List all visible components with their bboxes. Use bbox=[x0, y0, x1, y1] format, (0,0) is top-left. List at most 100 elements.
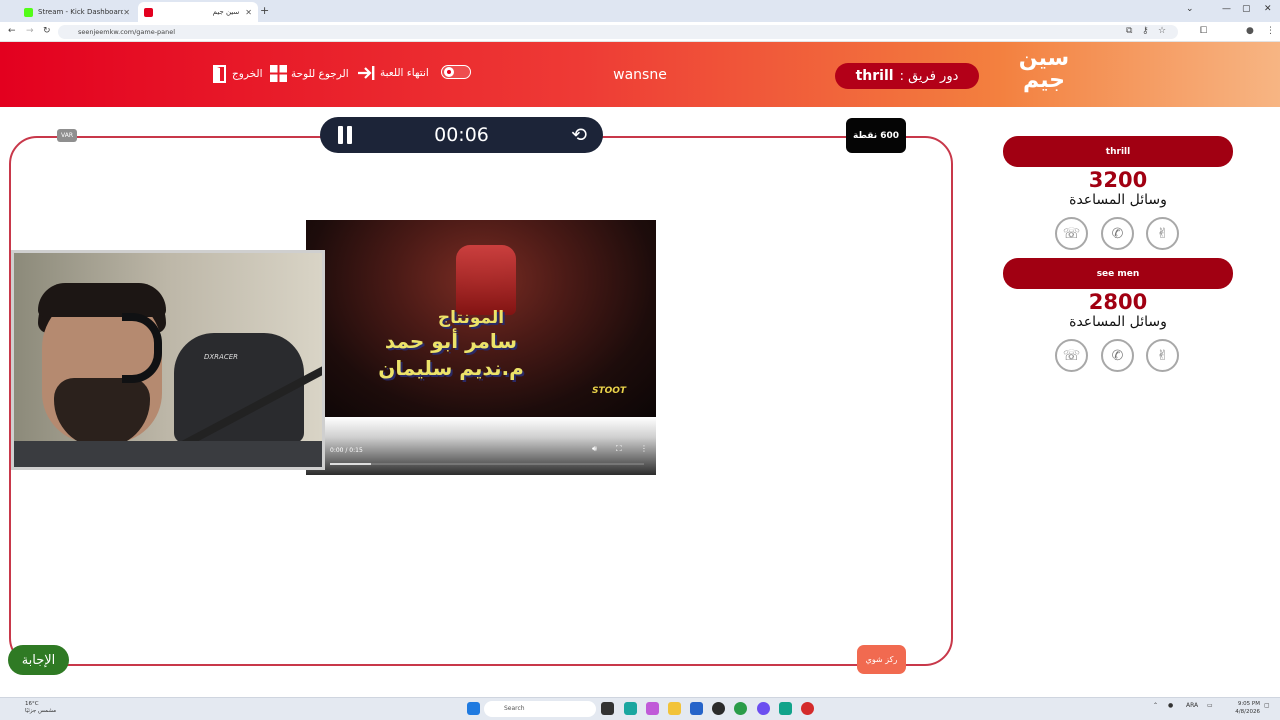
windows-taskbar: 16°C مشمس جزئيًا Search ⌃ ● ARA ▭ 9:05 P… bbox=[0, 697, 1280, 720]
webcam-overlay: DXRACER bbox=[11, 250, 325, 470]
reload-icon[interactable]: ↻ bbox=[43, 26, 51, 36]
team-aids-label: وسائل المساعدة bbox=[1069, 192, 1167, 208]
bookmark-star-icon[interactable]: ☆ bbox=[1158, 26, 1166, 36]
end-game-button[interactable]: انتهاء اللعبة bbox=[356, 65, 429, 81]
aid-call-friend-icon[interactable]: ☏ bbox=[1055, 339, 1088, 372]
aid-two-answers-icon[interactable]: ✌ bbox=[1146, 339, 1179, 372]
back-icon[interactable]: ← bbox=[8, 26, 16, 36]
messenger-icon[interactable] bbox=[757, 702, 770, 715]
tray-mic-icon[interactable]: ● bbox=[1168, 702, 1173, 709]
obs-icon[interactable] bbox=[712, 702, 725, 715]
reset-timer-icon[interactable]: ⟲ bbox=[571, 124, 587, 146]
profile-icon[interactable]: ● bbox=[1246, 26, 1254, 36]
timer-bar: 00:06 ⟲ bbox=[320, 117, 603, 153]
weather-temp: 16°C bbox=[25, 701, 39, 707]
end-game-label: انتهاء اللعبة bbox=[380, 67, 429, 79]
aid-phone-icon[interactable]: ✆ bbox=[1101, 217, 1134, 250]
tab-seenjeem[interactable]: سين جيم ✕ bbox=[138, 2, 258, 22]
video-progress-fill bbox=[330, 463, 371, 465]
chair-brand: DXRACER bbox=[204, 353, 239, 361]
video-credits: المونتاج سامر أبو حمد م.نديم سليمان bbox=[336, 308, 566, 382]
fullscreen-icon[interactable]: ⛶ bbox=[616, 444, 622, 454]
notification-icon[interactable]: ▢ bbox=[1264, 702, 1270, 709]
video-controls: 0:00 / 0:15 🔊︎ ⛶ ⋮ bbox=[306, 417, 656, 475]
video-brand-logo: STOOT bbox=[592, 386, 627, 396]
exit-label: الخروج bbox=[232, 68, 263, 80]
credit-line-3: م.نديم سليمان bbox=[378, 356, 524, 380]
new-tab-icon[interactable]: + bbox=[260, 4, 269, 17]
menu-dots-icon[interactable]: ⋮ bbox=[1266, 26, 1275, 36]
address-bar-row: ← → ↻ seenjeemkw.com/game-panel ⧉ ⚷ ☆ ⧠ … bbox=[0, 22, 1280, 42]
minimize-icon[interactable]: — bbox=[1222, 4, 1231, 14]
copilot-icon[interactable] bbox=[646, 702, 659, 715]
taskview-icon[interactable] bbox=[601, 702, 614, 715]
app-icon[interactable] bbox=[624, 702, 637, 715]
team-aids-label: وسائل المساعدة bbox=[1069, 314, 1167, 330]
seenjeem-favicon-icon bbox=[144, 7, 153, 17]
aid-two-answers-icon[interactable]: ✌ bbox=[1146, 217, 1179, 250]
video-car-shape bbox=[456, 245, 516, 315]
app-icon-2[interactable] bbox=[779, 702, 792, 715]
browser-tab-strip: Stream - Kick Dashboard ✕ سين جيم ✕ + ⌄ … bbox=[0, 0, 1280, 22]
end-game-control[interactable] bbox=[441, 65, 471, 79]
tab-title: Stream - Kick Dashboard bbox=[38, 8, 124, 16]
tab-close-icon[interactable]: ✕ bbox=[123, 8, 130, 17]
tab-kick-dashboard[interactable]: Stream - Kick Dashboard ✕ bbox=[18, 2, 136, 22]
team-name-see-men: see men bbox=[1003, 258, 1233, 289]
app-icon-3[interactable] bbox=[801, 702, 814, 715]
current-turn-pill: دور فريق : thrill bbox=[835, 63, 979, 89]
video-frame: المونتاج سامر أبو حمد م.نديم سليمان STOO… bbox=[306, 220, 656, 417]
forward-icon[interactable]: → bbox=[26, 26, 34, 36]
tray-chevron-icon[interactable]: ⌃ bbox=[1153, 702, 1158, 709]
weather-widget[interactable]: 16°C مشمس جزئيًا bbox=[25, 701, 56, 715]
small-logo-badge: VAR bbox=[57, 129, 77, 142]
url-input[interactable]: seenjeemkw.com/game-panel bbox=[58, 25, 1178, 39]
credit-line-1: المونتاج bbox=[437, 308, 505, 328]
weather-desc: مشمس جزئيًا bbox=[25, 708, 57, 714]
question-points-badge: 600 نقطة bbox=[846, 118, 906, 153]
taskbar-search-text: Search bbox=[504, 705, 525, 712]
question-video-player[interactable]: المونتاج سامر أبو حمد م.نديم سليمان STOO… bbox=[306, 220, 656, 475]
tray-network-icon[interactable]: ▭ bbox=[1207, 702, 1213, 709]
door-icon bbox=[213, 65, 226, 83]
video-progress-bar[interactable] bbox=[330, 463, 644, 465]
taskbar-clock[interactable]: 9:05 PM 4/8/2026 bbox=[1230, 700, 1260, 716]
aid-call-friend-icon[interactable]: ☏ bbox=[1055, 217, 1088, 250]
aid-phone-icon[interactable]: ✆ bbox=[1101, 339, 1134, 372]
back-to-board-button[interactable]: الرجوع للوحة bbox=[270, 65, 349, 82]
store-icon[interactable] bbox=[690, 702, 703, 715]
timer-display: 00:06 bbox=[434, 124, 489, 146]
file-explorer-icon[interactable] bbox=[668, 702, 681, 715]
maximize-icon[interactable]: ▢ bbox=[1242, 4, 1251, 14]
credit-line-2: سامر أبو حمد bbox=[384, 329, 518, 353]
video-more-icon[interactable]: ⋮ bbox=[640, 444, 648, 453]
chrome-icon[interactable] bbox=[734, 702, 747, 715]
translate-icon[interactable]: ⧉ bbox=[1126, 26, 1132, 36]
focus-button[interactable]: ركز شوي bbox=[857, 645, 906, 674]
seenjeem-logo: سين جيم bbox=[1018, 46, 1070, 93]
clock-date: 4/8/2026 bbox=[1235, 709, 1260, 715]
team-score-see-men: 2800 bbox=[1088, 290, 1148, 314]
exit-arrow-icon bbox=[358, 66, 375, 80]
extension-icon[interactable]: ⧠ bbox=[1200, 26, 1207, 36]
exit-button[interactable]: الخروج bbox=[212, 65, 263, 83]
clock-time: 9:05 PM bbox=[1237, 701, 1260, 707]
team-score-thrill: 3200 bbox=[1088, 168, 1148, 192]
back-to-board-label: الرجوع للوحة bbox=[291, 67, 349, 80]
username: wansne bbox=[613, 67, 667, 83]
tab-close-icon[interactable]: ✕ bbox=[245, 8, 252, 17]
volume-icon[interactable]: 🔊︎ bbox=[592, 444, 597, 454]
language-indicator[interactable]: ARA bbox=[1186, 702, 1198, 709]
taskbar-search[interactable]: Search bbox=[484, 701, 596, 717]
video-time: 0:00 / 0:15 bbox=[330, 447, 363, 454]
start-icon[interactable] bbox=[467, 702, 480, 715]
close-window-icon[interactable]: ✕ bbox=[1264, 4, 1272, 14]
turn-team-name: thrill bbox=[855, 68, 894, 84]
key-icon[interactable]: ⚷ bbox=[1142, 26, 1149, 36]
tab-search-icon[interactable]: ⌄ bbox=[1186, 4, 1194, 14]
grid-icon bbox=[270, 65, 287, 82]
game-header: سين جيم دور فريق : thrill wansne انتهاء … bbox=[0, 42, 1280, 107]
end-game-toggle[interactable] bbox=[441, 65, 471, 79]
tab-title: سين جيم bbox=[212, 8, 240, 16]
show-answer-button[interactable]: الإجابة bbox=[8, 645, 69, 675]
